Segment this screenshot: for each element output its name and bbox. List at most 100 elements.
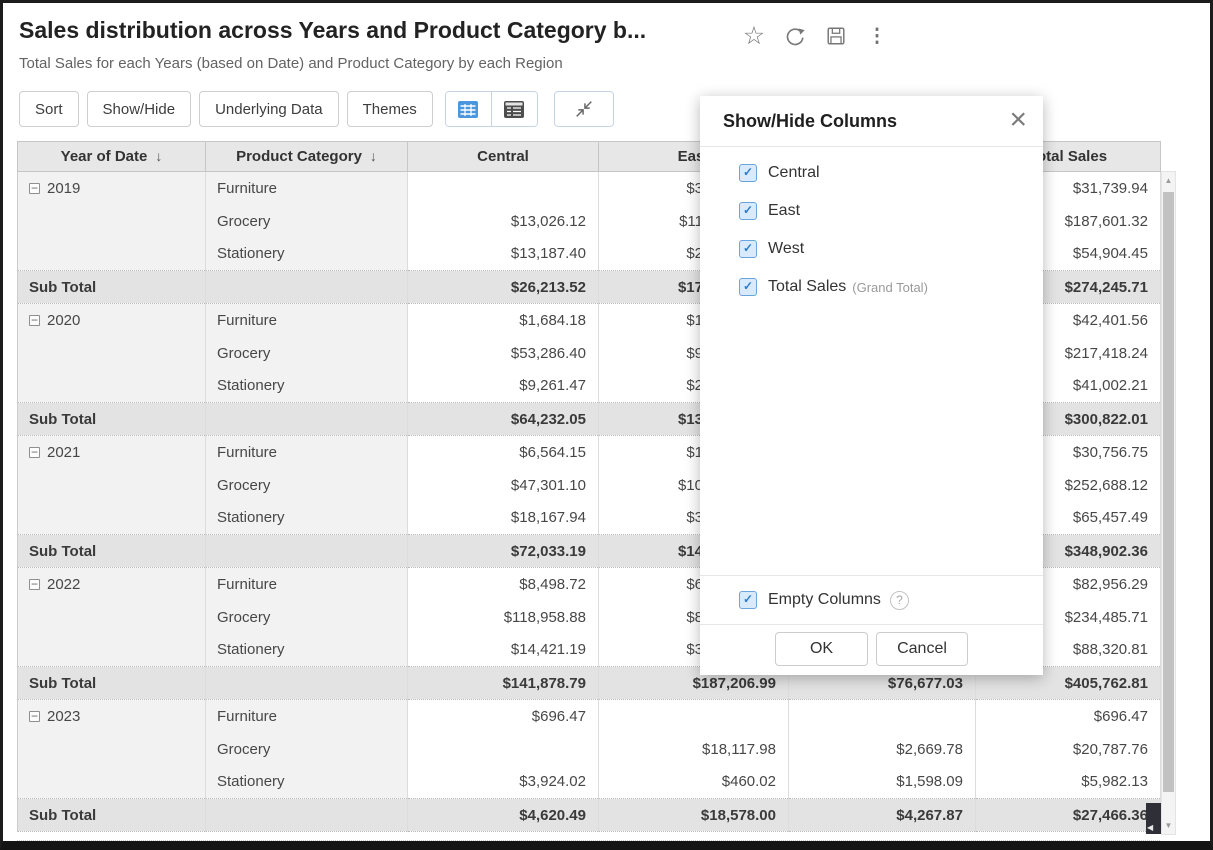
cell-category: Grocery: [206, 469, 408, 502]
dialog-footer: OK Cancel: [700, 625, 1043, 675]
ok-button[interactable]: OK: [775, 632, 868, 666]
help-icon[interactable]: ?: [890, 591, 909, 610]
collapse-group-icon[interactable]: −: [29, 183, 40, 194]
cell-central: $64,232.05: [408, 403, 599, 436]
scroll-up-icon[interactable]: ▲: [1162, 176, 1175, 185]
cell-category: Stationery: [206, 370, 408, 403]
cell-central: $18,167.94: [408, 502, 599, 535]
cell-category: Furniture: [206, 436, 408, 469]
cell-total-sales: $27,466.36: [976, 799, 1161, 832]
col-header-category[interactable]: Product Category↓: [206, 142, 408, 172]
tabular-view-icon[interactable]: [491, 92, 537, 126]
collapse-icon[interactable]: [554, 91, 614, 127]
cancel-button[interactable]: Cancel: [876, 632, 968, 666]
collapse-group-icon[interactable]: −: [29, 315, 40, 326]
cell-west: [789, 700, 976, 733]
subtotal-row: Sub Total$4,620.49$18,578.00$4,267.87$27…: [18, 799, 1161, 832]
scroll-left-icon: ◀: [1147, 823, 1153, 832]
cell-year: [18, 469, 206, 502]
cell-year: [18, 733, 206, 766]
col-header-central[interactable]: Central: [408, 142, 599, 172]
cell-total-sales: $20,787.76: [976, 733, 1161, 766]
cell-category: Furniture: [206, 700, 408, 733]
cell-central: $8,498.72: [408, 568, 599, 601]
cell-year: [18, 634, 206, 667]
sort-desc-icon[interactable]: ↓: [155, 148, 162, 164]
cell-central: $72,033.19: [408, 535, 599, 568]
column-item-central: ✓ Central: [700, 154, 1043, 192]
cell-category: [206, 799, 408, 832]
cell-central: $14,421.19: [408, 634, 599, 667]
checkbox-total-sales[interactable]: ✓: [739, 278, 757, 296]
column-item-total-sales: ✓ Total Sales (Grand Total): [700, 268, 1043, 306]
app-window: Sales distribution across Years and Prod…: [0, 0, 1213, 850]
scrollbar-thumb[interactable]: [1163, 192, 1174, 792]
cell-subtotal-label: Sub Total: [18, 403, 206, 436]
collapse-group-icon[interactable]: −: [29, 447, 40, 458]
cell-category: Grocery: [206, 601, 408, 634]
cell-year: [18, 337, 206, 370]
checkbox-west[interactable]: ✓: [739, 240, 757, 258]
sort-desc-icon[interactable]: ↓: [370, 148, 377, 164]
cell-year: [18, 502, 206, 535]
cell-central: $9,261.47: [408, 370, 599, 403]
show-hide-button[interactable]: Show/Hide: [87, 91, 192, 127]
checkbox-empty-columns[interactable]: ✓: [739, 591, 757, 609]
grand-total-suffix: (Grand Total): [852, 280, 928, 295]
cell-central: $3,924.02: [408, 766, 599, 799]
cell-category: Furniture: [206, 172, 408, 205]
close-icon[interactable]: ×: [1009, 102, 1027, 138]
refresh-icon[interactable]: [782, 23, 808, 49]
checkbox-central[interactable]: ✓: [739, 164, 757, 182]
cell-total-sales: $5,982.13: [976, 766, 1161, 799]
scroll-corner-handle[interactable]: ◀: [1146, 803, 1161, 834]
cell-central: $47,301.10: [408, 469, 599, 502]
cell-year: −2019: [18, 172, 206, 205]
page-subtitle: Total Sales for each Years (based on Dat…: [19, 55, 563, 72]
cell-central: $1,684.18: [408, 304, 599, 337]
page-title: Sales distribution across Years and Prod…: [19, 17, 646, 44]
cell-category: [206, 667, 408, 700]
save-icon[interactable]: [823, 23, 849, 49]
underlying-data-button[interactable]: Underlying Data: [199, 91, 339, 127]
cell-east: $460.02: [599, 766, 789, 799]
checkbox-label: Empty Columns: [768, 591, 881, 609]
column-item-east: ✓ East: [700, 192, 1043, 230]
cell-category: [206, 271, 408, 304]
cell-year: [18, 601, 206, 634]
cell-category: Stationery: [206, 634, 408, 667]
cell-central: $53,286.40: [408, 337, 599, 370]
checkbox-east[interactable]: ✓: [739, 202, 757, 220]
cell-year: [18, 370, 206, 403]
table-row: −2023Furniture$696.47$696.47: [18, 700, 1161, 733]
more-options-kebab-icon[interactable]: ⋮: [864, 23, 890, 49]
cell-category: [206, 403, 408, 436]
favorite-star-icon[interactable]: ☆: [741, 23, 767, 49]
checkbox-label: East: [768, 202, 800, 220]
cell-east: [599, 700, 789, 733]
pivot-view-icon[interactable]: [446, 92, 491, 126]
dialog-title: Show/Hide Columns: [723, 111, 897, 132]
dialog-header: Show/Hide Columns ×: [700, 96, 1043, 147]
table-row: Grocery$18,117.98$2,669.78$20,787.76: [18, 733, 1161, 766]
cell-central: $141,878.79: [408, 667, 599, 700]
col-header-year[interactable]: Year of Date↓: [18, 142, 206, 172]
clipped-next-row: [17, 840, 1160, 841]
table-row: Stationery$3,924.02$460.02$1,598.09$5,98…: [18, 766, 1161, 799]
column-item-west: ✓ West: [700, 230, 1043, 268]
themes-button[interactable]: Themes: [347, 91, 433, 127]
cell-year: −2021: [18, 436, 206, 469]
scroll-down-icon[interactable]: ▼: [1162, 821, 1175, 830]
cell-category: Grocery: [206, 733, 408, 766]
cell-year: −2023: [18, 700, 206, 733]
show-hide-columns-dialog: Show/Hide Columns × ✓ Central ✓ East ✓ W…: [700, 96, 1043, 675]
cell-central: $26,213.52: [408, 271, 599, 304]
cell-category: Stationery: [206, 238, 408, 271]
collapse-group-icon[interactable]: −: [29, 579, 40, 590]
vertical-scrollbar[interactable]: ▲ ▼: [1161, 171, 1176, 835]
sort-button[interactable]: Sort: [19, 91, 79, 127]
title-actions: ☆ ⋮: [741, 23, 890, 49]
cell-year: −2020: [18, 304, 206, 337]
cell-central: [408, 733, 599, 766]
collapse-group-icon[interactable]: −: [29, 711, 40, 722]
